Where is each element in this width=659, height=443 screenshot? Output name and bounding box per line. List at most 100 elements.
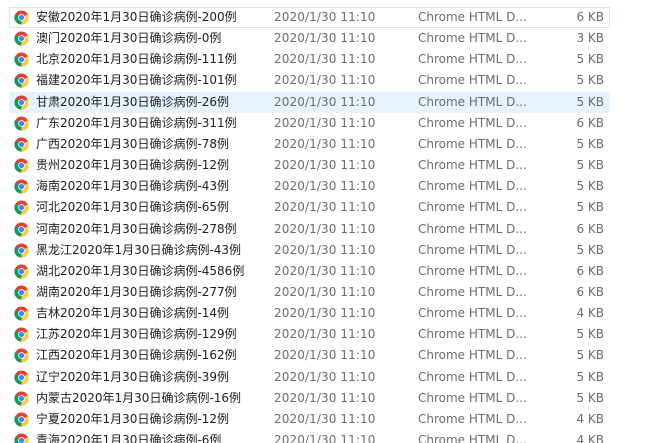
file-row[interactable]: 黑龙江2020年1月30日确诊病例-43例 2020/1/30 11:10 Chro… bbox=[9, 240, 610, 261]
file-row[interactable]: 福建2020年1月30日确诊病例-101例 2020/1/30 11:10 Chro… bbox=[9, 70, 610, 91]
file-size: 4 KB bbox=[576, 433, 604, 443]
file-type: Chrome HTML D... bbox=[418, 327, 527, 342]
file-size: 4 KB bbox=[576, 306, 604, 321]
file-row[interactable]: 内蒙古2020年1月30日确诊病例-16例 2020/1/30 11:10 Chro… bbox=[9, 388, 610, 409]
file-size: 3 KB bbox=[576, 31, 604, 46]
file-name-cell: 广东2020年1月30日确诊病例-311例 bbox=[14, 114, 269, 133]
file-type: Chrome HTML D... bbox=[418, 200, 527, 215]
file-row[interactable]: 辽宁2020年1月30日确诊病例-39例 2020/1/30 11:10 Chrom… bbox=[9, 367, 610, 388]
file-type: Chrome HTML D... bbox=[418, 242, 527, 257]
file-type: Chrome HTML D... bbox=[418, 263, 527, 278]
file-name-cell: 内蒙古2020年1月30日确诊病例-16例 bbox=[14, 389, 269, 408]
file-date-modified: 2020/1/30 11:10 bbox=[274, 348, 376, 363]
chrome-icon bbox=[14, 52, 29, 67]
file-type: Chrome HTML D... bbox=[418, 306, 527, 321]
file-row[interactable]: 安徽2020年1月30日确诊病例-200例 2020/1/30 11:10 Chro… bbox=[9, 7, 610, 28]
chrome-icon bbox=[14, 137, 29, 152]
file-name: 福建2020年1月30日确诊病例-101例 bbox=[36, 73, 237, 88]
file-name: 江西2020年1月30日确诊病例-162例 bbox=[36, 348, 237, 363]
file-row[interactable]: 江苏2020年1月30日确诊病例-129例 2020/1/30 11:10 Chro… bbox=[9, 324, 610, 345]
file-row[interactable]: 海南2020年1月30日确诊病例-43例 2020/1/30 11:10 Chrom… bbox=[9, 176, 610, 197]
file-name-cell: 江苏2020年1月30日确诊病例-129例 bbox=[14, 325, 269, 344]
file-type: Chrome HTML D... bbox=[418, 94, 527, 109]
file-row[interactable]: 湖北2020年1月30日确诊病例-4586例 2020/1/30 11:10 Chr… bbox=[9, 261, 610, 282]
file-name-cell: 北京2020年1月30日确诊病例-111例 bbox=[14, 50, 269, 69]
file-type: Chrome HTML D... bbox=[418, 136, 527, 151]
file-name: 河南2020年1月30日确诊病例-278例 bbox=[36, 221, 237, 236]
file-date-modified: 2020/1/30 11:10 bbox=[274, 31, 376, 46]
file-size: 6 KB bbox=[576, 10, 604, 24]
file-name: 贵州2020年1月30日确诊病例-12例 bbox=[36, 158, 230, 173]
chrome-icon bbox=[14, 412, 29, 427]
chrome-icon bbox=[14, 31, 29, 46]
file-type: Chrome HTML D... bbox=[418, 158, 527, 173]
chrome-icon bbox=[14, 200, 29, 215]
file-row[interactable]: 澳门2020年1月30日确诊病例-0例 2020/1/30 11:10 Chrome… bbox=[9, 28, 610, 49]
file-size: 5 KB bbox=[576, 369, 604, 384]
file-size: 4 KB bbox=[576, 411, 604, 426]
file-name: 辽宁2020年1月30日确诊病例-39例 bbox=[36, 369, 230, 384]
file-name: 内蒙古2020年1月30日确诊病例-16例 bbox=[36, 390, 242, 405]
file-row[interactable]: 吉林2020年1月30日确诊病例-14例 2020/1/30 11:10 Chrom… bbox=[9, 303, 610, 324]
file-name-cell: 广西2020年1月30日确诊病例-78例 bbox=[14, 135, 269, 154]
file-size: 6 KB bbox=[576, 263, 604, 278]
chrome-icon bbox=[14, 264, 29, 279]
file-row[interactable]: 宁夏2020年1月30日确诊病例-12例 2020/1/30 11:10 Chrom… bbox=[9, 409, 610, 430]
file-date-modified: 2020/1/30 11:10 bbox=[274, 327, 376, 342]
file-size: 5 KB bbox=[576, 242, 604, 257]
file-name-cell: 海南2020年1月30日确诊病例-43例 bbox=[14, 177, 269, 196]
file-name-cell: 江西2020年1月30日确诊病例-162例 bbox=[14, 346, 269, 365]
file-name: 甘肃2020年1月30日确诊病例-26例 bbox=[36, 94, 230, 109]
file-list: 安徽2020年1月30日确诊病例-200例 2020/1/30 11:10 Chro… bbox=[0, 0, 659, 443]
file-date-modified: 2020/1/30 11:10 bbox=[274, 433, 376, 443]
file-row[interactable]: 甘肃2020年1月30日确诊病例-26例 2020/1/30 11:10 Chrom… bbox=[9, 91, 610, 113]
file-date-modified: 2020/1/30 11:10 bbox=[274, 284, 376, 299]
chrome-icon bbox=[14, 348, 29, 363]
file-type: Chrome HTML D... bbox=[418, 411, 527, 426]
file-row[interactable]: 江西2020年1月30日确诊病例-162例 2020/1/30 11:10 Chro… bbox=[9, 345, 610, 366]
file-row[interactable]: 河北2020年1月30日确诊病例-65例 2020/1/30 11:10 Chrom… bbox=[9, 197, 610, 218]
file-name: 北京2020年1月30日确诊病例-111例 bbox=[36, 52, 237, 67]
file-date-modified: 2020/1/30 11:10 bbox=[274, 10, 376, 24]
file-name: 海南2020年1月30日确诊病例-43例 bbox=[36, 179, 230, 194]
file-name-cell: 福建2020年1月30日确诊病例-101例 bbox=[14, 71, 269, 90]
file-type: Chrome HTML D... bbox=[418, 52, 527, 67]
chrome-icon bbox=[14, 391, 29, 406]
chrome-icon bbox=[14, 285, 29, 300]
file-name-cell: 甘肃2020年1月30日确诊病例-26例 bbox=[14, 93, 269, 112]
file-row[interactable]: 青海2020年1月30日确诊病例-6例 2020/1/30 11:10 Chrome… bbox=[9, 430, 610, 443]
file-row[interactable]: 北京2020年1月30日确诊病例-111例 2020/1/30 11:10 Chro… bbox=[9, 49, 610, 70]
file-name-cell: 吉林2020年1月30日确诊病例-14例 bbox=[14, 304, 269, 323]
file-type: Chrome HTML D... bbox=[418, 433, 527, 443]
file-name-cell: 黑龙江2020年1月30日确诊病例-43例 bbox=[14, 241, 269, 260]
file-type: Chrome HTML D... bbox=[418, 348, 527, 363]
file-row[interactable]: 广东2020年1月30日确诊病例-311例 2020/1/30 11:10 Chro… bbox=[9, 113, 610, 134]
file-date-modified: 2020/1/30 11:10 bbox=[274, 242, 376, 257]
file-date-modified: 2020/1/30 11:10 bbox=[274, 263, 376, 278]
file-name-cell: 湖北2020年1月30日确诊病例-4586例 bbox=[14, 262, 269, 281]
file-type: Chrome HTML D... bbox=[418, 31, 527, 46]
chrome-icon bbox=[14, 10, 29, 25]
chrome-icon bbox=[14, 222, 29, 237]
file-name: 湖北2020年1月30日确诊病例-4586例 bbox=[36, 263, 245, 278]
file-row[interactable]: 贵州2020年1月30日确诊病例-12例 2020/1/30 11:10 Chrom… bbox=[9, 155, 610, 176]
file-name-cell: 澳门2020年1月30日确诊病例-0例 bbox=[14, 29, 269, 48]
file-type: Chrome HTML D... bbox=[418, 284, 527, 299]
file-date-modified: 2020/1/30 11:10 bbox=[274, 73, 376, 88]
file-date-modified: 2020/1/30 11:10 bbox=[274, 221, 376, 236]
file-size: 5 KB bbox=[576, 348, 604, 363]
file-name-cell: 河北2020年1月30日确诊病例-65例 bbox=[14, 198, 269, 217]
file-size: 5 KB bbox=[576, 179, 604, 194]
file-row[interactable]: 河南2020年1月30日确诊病例-278例 2020/1/30 11:10 Chro… bbox=[9, 219, 610, 240]
file-name: 吉林2020年1月30日确诊病例-14例 bbox=[36, 306, 230, 321]
file-name-cell: 辽宁2020年1月30日确诊病例-39例 bbox=[14, 368, 269, 387]
chrome-icon bbox=[14, 306, 29, 321]
file-row[interactable]: 广西2020年1月30日确诊病例-78例 2020/1/30 11:10 Chrom… bbox=[9, 134, 610, 155]
chrome-icon bbox=[14, 73, 29, 88]
file-row[interactable]: 湖南2020年1月30日确诊病例-277例 2020/1/30 11:10 Chro… bbox=[9, 282, 610, 303]
file-date-modified: 2020/1/30 11:10 bbox=[274, 369, 376, 384]
file-type: Chrome HTML D... bbox=[418, 179, 527, 194]
file-size: 5 KB bbox=[576, 200, 604, 215]
file-date-modified: 2020/1/30 11:10 bbox=[274, 158, 376, 173]
file-name-cell: 贵州2020年1月30日确诊病例-12例 bbox=[14, 156, 269, 175]
